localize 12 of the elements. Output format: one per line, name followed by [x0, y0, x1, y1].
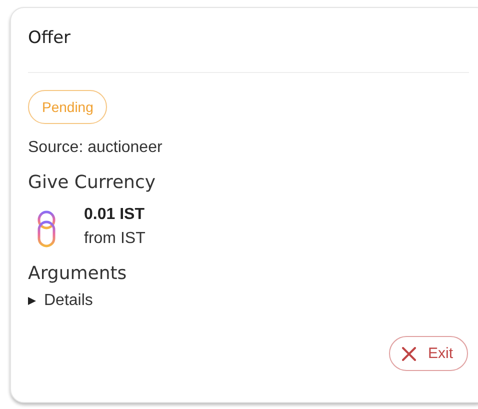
- exit-button[interactable]: Exit: [388, 336, 468, 371]
- section-heading: Arguments: [28, 263, 128, 284]
- source-brand-text: from IST: [84, 230, 146, 248]
- details-toggle[interactable]: Details: [28, 292, 93, 310]
- card-title: Offer: [28, 28, 72, 50]
- section-heading: Give Currency: [28, 172, 156, 193]
- amount-text: 0.01 IST: [84, 206, 146, 224]
- status-badge: Pending: [28, 90, 108, 124]
- disclosure-triangle-icon: [28, 297, 36, 305]
- source-text: Source: auctioneer: [28, 139, 164, 157]
- chain-link-icon: [36, 210, 58, 248]
- close-icon: [402, 346, 416, 360]
